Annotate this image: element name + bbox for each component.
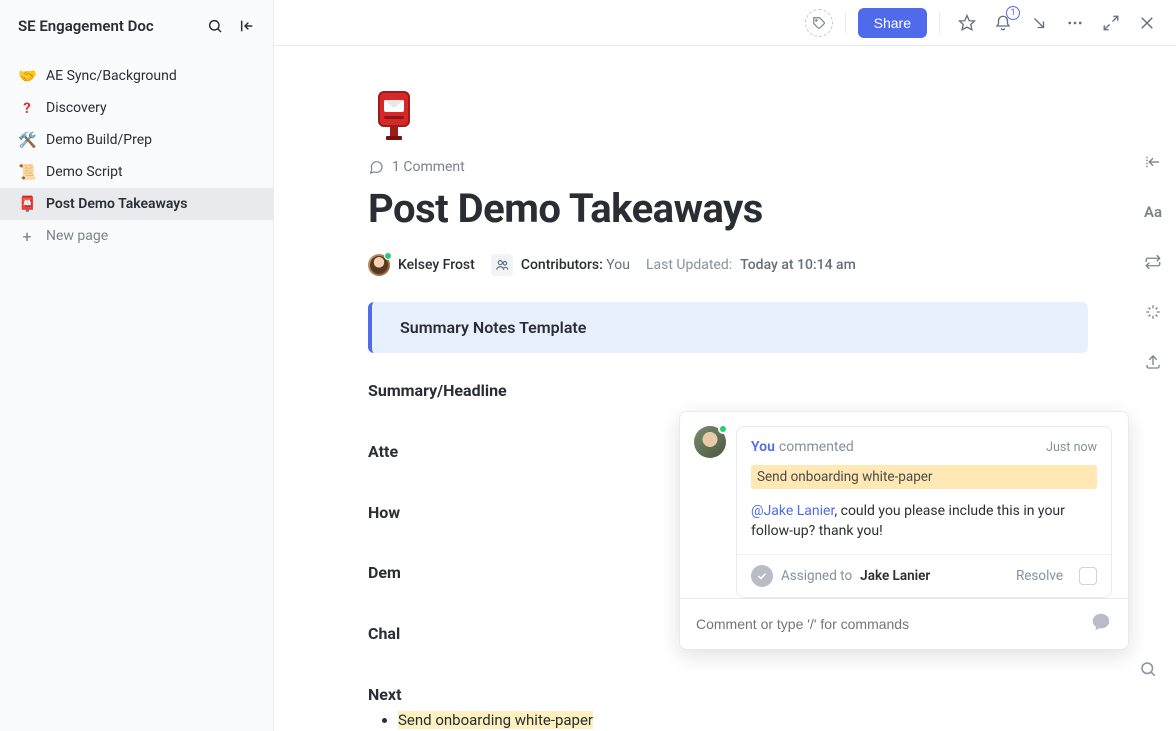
- sidebar-item-demo-script[interactable]: 📜 Demo Script: [0, 156, 273, 188]
- sidebar: SE Engagement Doc 🤝 AE Sync/Background ?…: [0, 0, 274, 731]
- sidebar-item-label: Discovery: [46, 100, 107, 116]
- tools-icon: 🛠️: [18, 131, 36, 149]
- reply-row: [680, 598, 1128, 649]
- list-item[interactable]: [398, 649, 1088, 671]
- check-icon: [751, 565, 773, 587]
- avatar: [694, 426, 726, 458]
- resolve-button[interactable]: Resolve: [1016, 568, 1063, 584]
- comment-action: commented: [779, 439, 854, 455]
- comment-icon: [368, 159, 384, 175]
- avatar: [368, 254, 390, 276]
- notifications-icon[interactable]: 1: [988, 8, 1018, 38]
- new-page-button[interactable]: + New page: [0, 220, 273, 252]
- highlighted-text: Send onboarding white-paper: [398, 711, 593, 729]
- sidebar-item-label: Demo Script: [46, 164, 123, 180]
- sidebar-item-ae-sync[interactable]: 🤝 AE Sync/Background: [0, 60, 273, 92]
- sidebar-item-label: AE Sync/Background: [46, 68, 177, 84]
- assigned-label: Assigned to: [781, 568, 852, 584]
- main: Share 1: [274, 0, 1176, 731]
- last-updated: Last Updated: Today at 10:14 am: [646, 257, 856, 273]
- collapse-icon[interactable]: [235, 14, 259, 38]
- comment-count-text: 1 Comment: [392, 159, 465, 175]
- question-icon: ?: [18, 99, 36, 117]
- share-button[interactable]: Share: [858, 8, 927, 38]
- sidebar-title: SE Engagement Doc: [18, 17, 195, 35]
- comment-count[interactable]: 1 Comment: [368, 159, 1088, 175]
- comment-author: You: [751, 439, 775, 455]
- divider: [939, 12, 940, 34]
- doc-emoji-postbox[interactable]: [368, 86, 420, 141]
- sync-icon[interactable]: [1137, 246, 1169, 278]
- search-in-doc-icon[interactable]: [1132, 653, 1164, 685]
- list-item[interactable]: Send onboarding white-paper: [398, 710, 1088, 731]
- sidebar-item-discovery[interactable]: ? Discovery: [0, 92, 273, 124]
- close-icon[interactable]: [1132, 8, 1162, 38]
- people-icon: [491, 254, 513, 276]
- sidebar-item-label: Demo Build/Prep: [46, 132, 152, 148]
- assigned-name: Jake Lanier: [860, 568, 930, 584]
- owner-chip[interactable]: Kelsey Frost: [368, 254, 475, 276]
- reply-input[interactable]: [696, 616, 1080, 632]
- comment-popover: Youcommented Just now Send onboarding wh…: [679, 411, 1129, 650]
- doc-meta: Kelsey Frost Contributors: You Last Upda…: [368, 254, 1088, 276]
- presence-dot: [718, 424, 728, 434]
- expand-icon[interactable]: [1096, 8, 1126, 38]
- plus-icon: +: [18, 227, 36, 246]
- notification-badge: 1: [1006, 6, 1020, 20]
- divider: [845, 12, 846, 34]
- summary-banner[interactable]: Summary Notes Template: [368, 302, 1088, 353]
- mention[interactable]: @Jake Lanier: [751, 503, 834, 519]
- owner-name: Kelsey Frost: [398, 257, 475, 273]
- star-icon[interactable]: [952, 8, 982, 38]
- last-updated-label: Last Updated:: [646, 257, 732, 273]
- handshake-icon: 🤝: [18, 67, 36, 85]
- last-updated-value: Today at 10:14 am: [740, 257, 856, 273]
- new-page-label: New page: [46, 228, 108, 244]
- resolve-checkbox[interactable]: [1079, 567, 1097, 585]
- postbox-icon: 📮: [18, 195, 36, 213]
- search-icon[interactable]: [203, 14, 227, 38]
- topbar: Share 1: [274, 0, 1176, 46]
- download-icon[interactable]: [1024, 8, 1054, 38]
- comment-quote: Send onboarding white-paper: [751, 465, 1097, 489]
- sidebar-item-post-demo[interactable]: 📮 Post Demo Takeaways: [0, 188, 273, 220]
- page-title[interactable]: Post Demo Takeaways: [368, 185, 1088, 232]
- tag-button[interactable]: [805, 9, 833, 37]
- section-title[interactable]: Summary/Headline: [368, 381, 1088, 400]
- contributors-chip[interactable]: Contributors: You: [491, 254, 630, 276]
- indent-icon[interactable]: [1137, 146, 1169, 178]
- upload-icon[interactable]: [1137, 346, 1169, 378]
- send-icon[interactable]: [1090, 611, 1112, 637]
- comment-body: @Jake Lanier, could you please include t…: [751, 501, 1097, 542]
- typography-icon[interactable]: Aa: [1137, 196, 1169, 228]
- sidebar-nav: 🤝 AE Sync/Background ? Discovery 🛠️ Demo…: [0, 48, 273, 252]
- comment-timestamp: Just now: [1046, 440, 1097, 455]
- sidebar-item-label: Post Demo Takeaways: [46, 196, 187, 212]
- contributors-label: Contributors:: [521, 257, 603, 273]
- contributors-value: You: [606, 257, 630, 273]
- section-title[interactable]: Next: [368, 685, 1088, 704]
- scroll-icon: 📜: [18, 163, 36, 181]
- comment-card: Youcommented Just now Send onboarding wh…: [736, 426, 1112, 598]
- more-icon[interactable]: [1060, 8, 1090, 38]
- sidebar-item-demo-build[interactable]: 🛠️ Demo Build/Prep: [0, 124, 273, 156]
- right-rail: Aa: [1130, 46, 1176, 731]
- sparkle-icon[interactable]: [1137, 296, 1169, 328]
